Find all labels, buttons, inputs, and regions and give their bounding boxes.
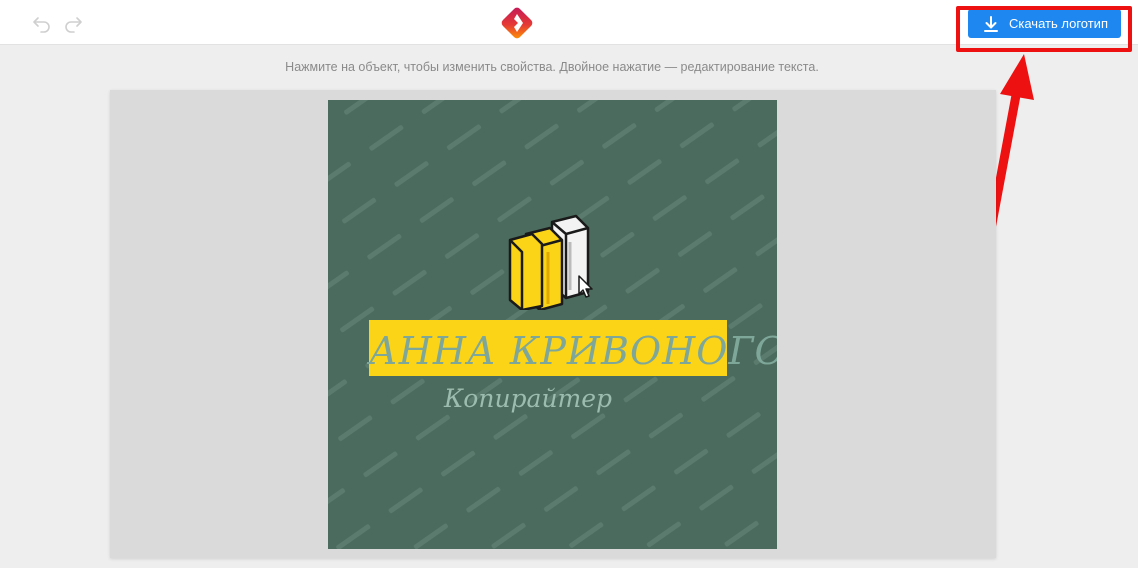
- redo-button[interactable]: [62, 12, 84, 34]
- download-button-label: Скачать логотип: [1009, 16, 1108, 31]
- undo-button[interactable]: [31, 12, 53, 34]
- editor-hint: Нажмите на объект, чтобы изменить свойст…: [285, 60, 819, 74]
- books-icon[interactable]: [506, 212, 606, 310]
- top-toolbar: Скачать логотип: [0, 0, 1138, 45]
- logo-subtitle-text[interactable]: Копирайтер: [328, 384, 728, 413]
- logo-name-text[interactable]: АННА КРИВОНОГОВА: [369, 326, 777, 376]
- app-logo-icon[interactable]: [499, 5, 535, 41]
- redo-icon: [65, 17, 82, 33]
- logo-artboard[interactable]: АННА КРИВОНОГОВА Копирайтер: [328, 100, 777, 549]
- undo-icon: [33, 17, 50, 33]
- download-logo-button[interactable]: Скачать логотип: [968, 9, 1121, 38]
- download-icon: [984, 15, 998, 32]
